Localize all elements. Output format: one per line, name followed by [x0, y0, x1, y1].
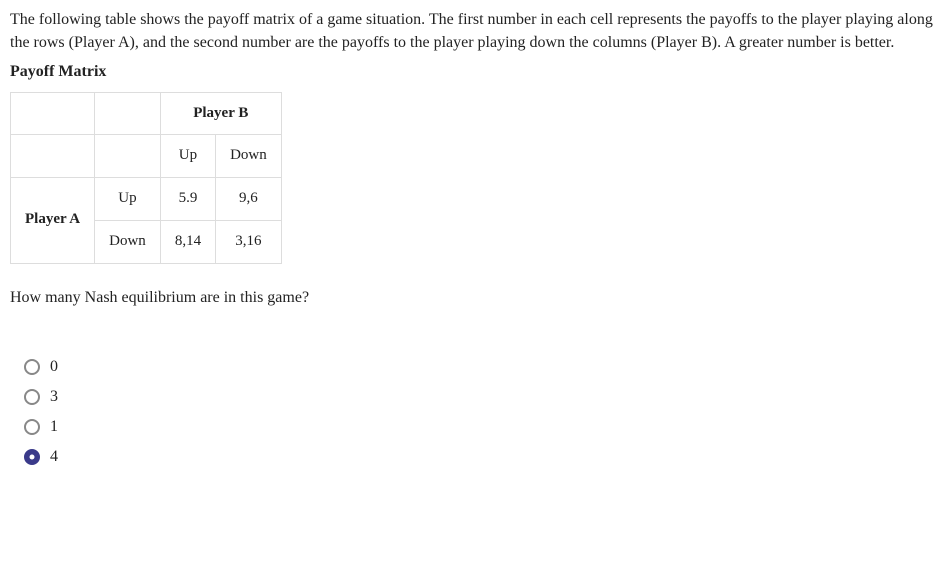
payoff-matrix-title: Payoff Matrix	[10, 60, 939, 83]
empty-cell	[11, 135, 95, 178]
cell-down-up: 8,14	[160, 220, 215, 263]
empty-cell	[95, 92, 161, 135]
cell-up-down: 9,6	[216, 178, 282, 221]
intro-text: The following table shows the payoff mat…	[10, 8, 939, 54]
option-label: 4	[50, 445, 58, 468]
option-3[interactable]: 4	[24, 445, 939, 469]
radio-icon	[24, 389, 40, 405]
empty-cell	[11, 92, 95, 135]
option-0[interactable]: 0	[24, 355, 939, 379]
answer-options: 0 3 1 4	[10, 355, 939, 469]
player-b-header: Player B	[160, 92, 281, 135]
option-label: 3	[50, 385, 58, 408]
row-header-up: Up	[95, 178, 161, 221]
option-1[interactable]: 3	[24, 385, 939, 409]
player-a-header: Player A	[11, 178, 95, 264]
option-2[interactable]: 1	[24, 415, 939, 439]
radio-icon	[24, 419, 40, 435]
question-text: How many Nash equilibrium are in this ga…	[10, 286, 939, 309]
row-header-down: Down	[95, 220, 161, 263]
radio-icon	[24, 359, 40, 375]
col-header-down: Down	[216, 135, 282, 178]
payoff-matrix-table: Player B Up Down Player A Up 5.9 9,6 Dow…	[10, 92, 282, 264]
empty-cell	[95, 135, 161, 178]
option-label: 1	[50, 415, 58, 438]
radio-icon	[24, 449, 40, 465]
cell-up-up: 5.9	[160, 178, 215, 221]
option-label: 0	[50, 355, 58, 378]
cell-down-down: 3,16	[216, 220, 282, 263]
col-header-up: Up	[160, 135, 215, 178]
